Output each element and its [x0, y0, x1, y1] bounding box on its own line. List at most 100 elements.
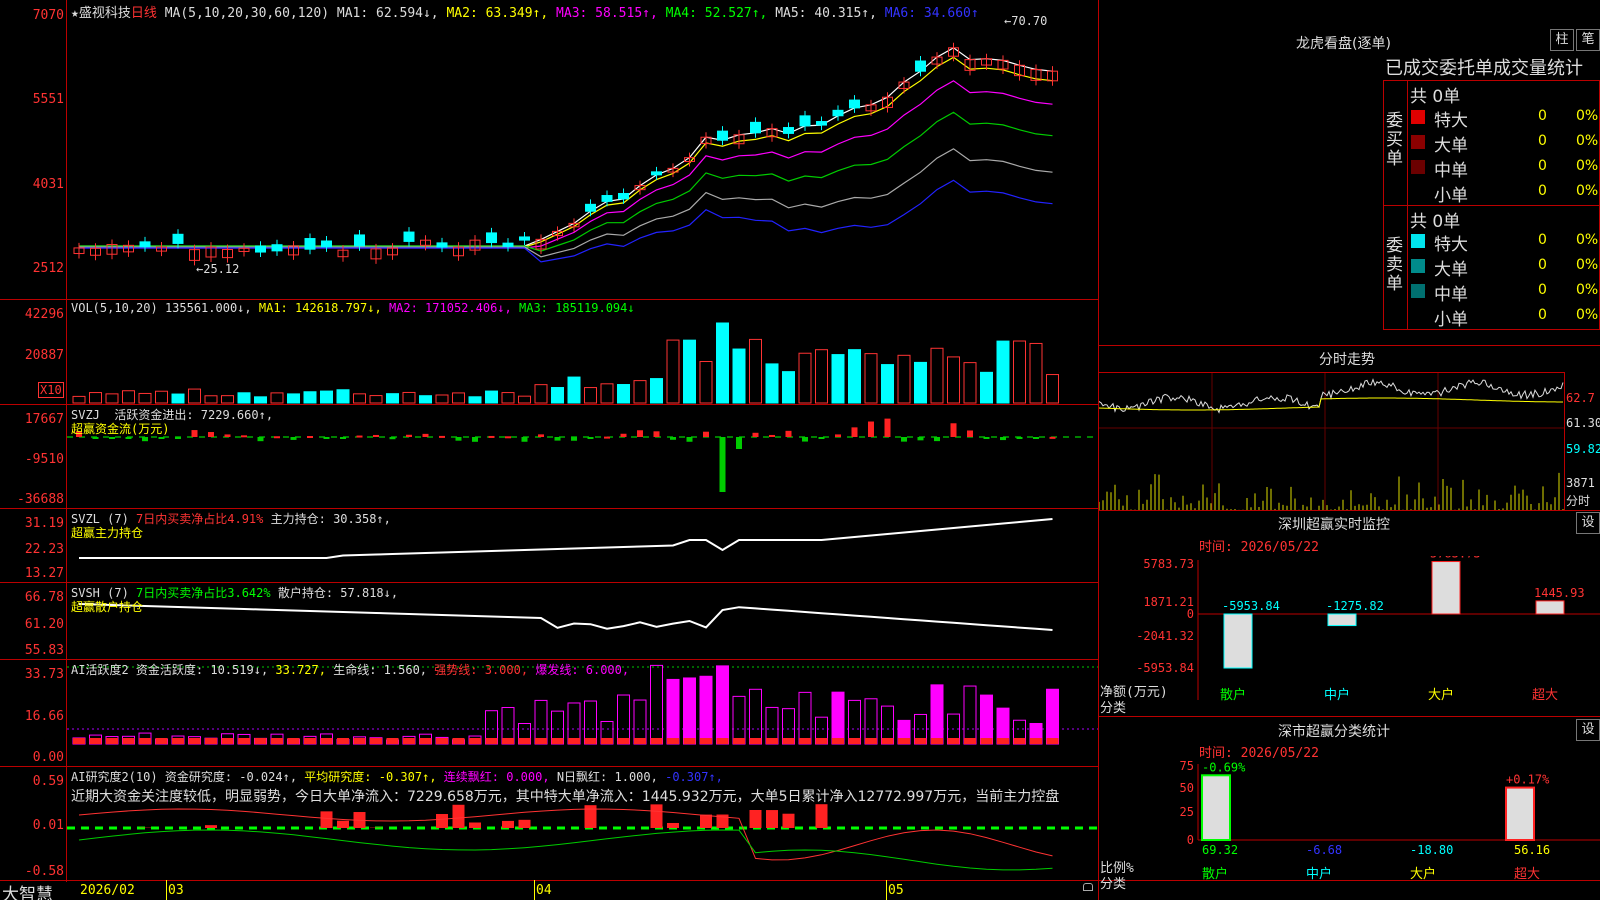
flow-bar [818, 437, 825, 439]
volume-bar [171, 393, 185, 404]
flow-bar [769, 434, 775, 437]
ai1-tick: 33.73 [24, 667, 64, 682]
ai1-title: AI活跃度2 [71, 663, 129, 677]
candle-body [321, 240, 332, 248]
research-bar [749, 809, 762, 828]
activity-base [370, 738, 382, 744]
flow-bar [1000, 437, 1006, 441]
flow-bar [752, 432, 759, 437]
candle-body [271, 244, 283, 252]
intraday-price-tick: 62.7 [1566, 391, 1595, 405]
activity-base [898, 738, 910, 744]
activity-base [766, 738, 778, 744]
category-label: 大户 [1410, 866, 1436, 882]
research-bar [518, 819, 531, 828]
activity-bar [584, 700, 597, 745]
flow-bar [191, 430, 198, 437]
activity-base [931, 738, 943, 744]
ma1-line [79, 47, 1053, 247]
category-label: 中户 [1324, 687, 1350, 703]
lhb-tabs[interactable]: 已成交委托单成交量统计 [1385, 54, 1583, 80]
volume-bar [320, 390, 333, 404]
price-tick: 7070 [32, 8, 64, 23]
flow-bar [323, 437, 330, 439]
sell-total: 共 0单 [1410, 212, 1461, 232]
volume-bar [980, 371, 993, 404]
favorite-star-icon[interactable]: ★ [71, 6, 79, 21]
activity-base [304, 738, 316, 744]
fs-title: 分时走势 [1319, 352, 1375, 368]
research-bar [502, 820, 514, 828]
flow-bar [406, 434, 412, 437]
volume-bar [551, 387, 564, 404]
svzl-tick: 31.19 [24, 516, 64, 531]
volume-bar [270, 392, 284, 404]
volume-bar [749, 338, 762, 404]
sz-settings-button[interactable]: 设 [1576, 512, 1600, 534]
sell-row-swatch [1411, 284, 1425, 298]
ma5-line [79, 148, 1053, 258]
intraday-chart[interactable] [1099, 373, 1564, 510]
research-bar [205, 825, 217, 828]
ai2-e: -0.307↑, [665, 770, 723, 784]
volume-bar [765, 363, 779, 404]
bar-中户 [1327, 613, 1357, 627]
szs-settings-button[interactable]: 设 [1576, 719, 1600, 741]
flow-bar [389, 437, 396, 440]
ai2-tick: -0.58 [24, 864, 64, 879]
bar-mode-button[interactable]: 柱 [1550, 29, 1574, 51]
activity-base [881, 738, 894, 744]
buy-row-count: 0 [1538, 133, 1547, 149]
research-bar [815, 804, 828, 828]
category-label: 大户 [1428, 687, 1454, 703]
candle-body [304, 238, 316, 250]
flow-bar [554, 437, 561, 441]
bar-value-label: 1445.93 [1534, 586, 1585, 600]
volume-bar [155, 390, 168, 404]
ai2-c: 连续飘红: 0.000, [443, 770, 550, 784]
flow-bar [373, 434, 379, 437]
activity-bar [1046, 688, 1059, 745]
sell-row-pct: 0% [1576, 282, 1599, 298]
volume-bar [617, 384, 630, 404]
research-bar [452, 804, 465, 828]
activity-base [782, 738, 795, 744]
ma3-value: MA3: 58.515↑, [556, 6, 658, 21]
intraday-price-tick: 59.82 [1566, 442, 1600, 456]
research-bar [337, 820, 349, 828]
svzl-pct: 7日内买卖净占比4.91% [136, 512, 264, 526]
candle-body [403, 231, 415, 242]
period-label[interactable]: 日线 [131, 6, 157, 21]
activity-base [337, 738, 349, 744]
svzj-tick: -36688 [17, 492, 64, 507]
lock-icon[interactable] [1083, 883, 1093, 891]
activity-bar [716, 665, 729, 745]
szs-date: 时间: 2026/05/22 [1199, 746, 1319, 761]
buy-row-swatch [1411, 160, 1425, 174]
lhb-title: 龙虎看盘(逐单) [1296, 36, 1391, 52]
vol-tick: 42296 [24, 307, 64, 322]
ai1-c: 生命线: 1.560, [333, 663, 428, 677]
volume-bar [864, 353, 878, 404]
tick-mode-button[interactable]: 笔 [1576, 29, 1600, 51]
sell-row-label: 大单 [1434, 260, 1468, 280]
ai1-d: 强势线: 3.000, [434, 663, 529, 677]
activity-base [419, 738, 432, 744]
volume-bar [633, 380, 647, 404]
svsh-tick: 66.78 [24, 590, 64, 605]
y-tick: 0 [1187, 607, 1194, 621]
activity-base [997, 738, 1009, 744]
flow-bar [719, 437, 726, 492]
volume-bar [287, 393, 300, 404]
flow-bar [851, 427, 858, 437]
volume-bar [996, 340, 1010, 404]
flow-bar [653, 431, 660, 437]
research-line [78, 808, 1053, 861]
activity-base [584, 738, 597, 744]
sz-bar-chart: -5953.84 散户 -1275.82 中户 5783.73 大户 1445.93 超大 57… [1136, 556, 1600, 703]
chart-canvas[interactable] [67, 0, 1098, 880]
ai1-tick: 0.00 [32, 750, 64, 765]
svzj-subtitle: 超赢资金流(万元) [71, 422, 170, 436]
activity-base [1013, 738, 1026, 744]
candle-body [255, 245, 266, 253]
